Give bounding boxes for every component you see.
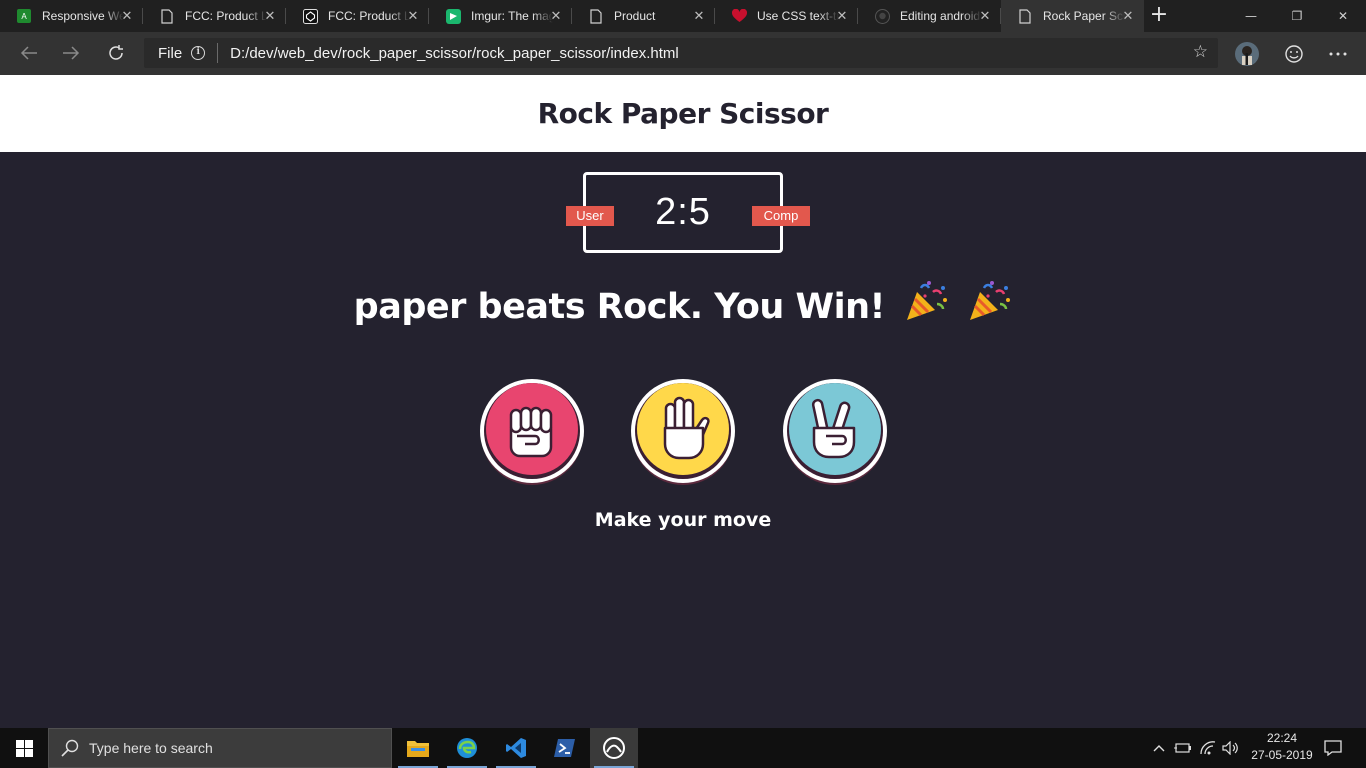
party-popper-icon: [903, 278, 949, 333]
tab-title: Rock Paper Scissor: [1043, 9, 1125, 23]
tab-rock-paper-scissor[interactable]: Rock Paper Scissor ✕: [1001, 0, 1144, 32]
file-explorer-icon[interactable]: [394, 728, 442, 768]
close-window-icon[interactable]: ✕: [1320, 0, 1366, 32]
powershell-icon[interactable]: [541, 728, 589, 768]
battery-icon[interactable]: [1172, 728, 1194, 768]
address-toolbar: File i D:/dev/web_dev/rock_paper_scissor…: [0, 32, 1366, 75]
tab-close-icon[interactable]: ✕: [977, 8, 993, 24]
a11y-green-icon: A: [16, 8, 32, 24]
tab-close-icon[interactable]: ✕: [691, 8, 707, 24]
score-value: 2:5: [655, 191, 711, 233]
party-popper-icon: [966, 278, 1012, 333]
page-icon: [1017, 8, 1033, 24]
more-menu-icon[interactable]: [1323, 39, 1353, 69]
tab-title: Product: [614, 9, 656, 23]
page-icon: [159, 8, 175, 24]
scoreboard: User 2:5 Comp: [566, 172, 810, 253]
heart-icon: [731, 8, 747, 24]
tab-title: Imgur: The magic: [471, 9, 553, 23]
tab-title: Responsive Web: [42, 9, 124, 23]
comp-badge: Comp: [752, 206, 810, 226]
new-tab-button[interactable]: +: [1144, 0, 1174, 32]
scissor-hand-icon: [783, 379, 887, 485]
tab-fcc-product-2[interactable]: FCC: Product Landing ✕: [286, 0, 429, 32]
tab-close-icon[interactable]: ✕: [405, 8, 421, 24]
taskbar-search-input[interactable]: Type here to search: [48, 728, 392, 768]
tab-strip: A Responsive Web ✕ FCC: Product Landing …: [0, 0, 1366, 32]
taskbar-clock[interactable]: 22:24 27-05-2019: [1250, 730, 1314, 764]
result-text: paper beats Rock. You Win!: [353, 287, 886, 327]
rock-button[interactable]: [477, 376, 587, 489]
tab-close-icon[interactable]: ✕: [262, 8, 278, 24]
url-text[interactable]: D:/dev/web_dev/rock_paper_scissor/rock_p…: [230, 45, 679, 62]
tab-editing-android[interactable]: Editing android ✕: [858, 0, 1001, 32]
page-icon: [588, 8, 604, 24]
back-arrow-icon[interactable]: [14, 38, 44, 68]
address-bar[interactable]: File i D:/dev/web_dev/rock_paper_scissor…: [144, 38, 1218, 68]
edge-browser-icon[interactable]: [443, 728, 491, 768]
clock-date: 27-05-2019: [1251, 748, 1313, 762]
rock-fist-icon: [480, 379, 584, 485]
restore-icon[interactable]: ❐: [1274, 0, 1320, 32]
imgur-icon: [445, 8, 461, 24]
tab-title: FCC: Product Landing: [328, 9, 410, 23]
svg-text:A: A: [21, 12, 27, 21]
tab-responsive-web[interactable]: A Responsive Web ✕: [0, 0, 143, 32]
windows-start-icon[interactable]: [0, 728, 48, 768]
make-move-prompt: Make your move: [594, 509, 772, 531]
refresh-icon[interactable]: [101, 38, 131, 68]
clock-time: 22:24: [1266, 731, 1298, 745]
page-header: Rock Paper Scissor: [0, 75, 1366, 152]
search-placeholder: Type here to search: [89, 740, 213, 756]
minimize-icon[interactable]: —: [1228, 0, 1274, 32]
profile-avatar[interactable]: [1232, 39, 1262, 69]
tab-fcc-product-1[interactable]: FCC: Product Landing ✕: [143, 0, 286, 32]
taskbar: Type here to search 22:24 27-05-2019: [0, 728, 1366, 768]
tab-imgur[interactable]: Imgur: The magic ✕: [429, 0, 572, 32]
favorite-star-icon[interactable]: ☆: [1193, 42, 1208, 62]
tab-product[interactable]: Product ✕: [572, 0, 715, 32]
edge-legacy-app-icon[interactable]: [590, 728, 638, 768]
codepen-icon: [302, 8, 318, 24]
wifi-icon[interactable]: [1197, 728, 1219, 768]
tab-title: Editing android: [900, 9, 981, 23]
feedback-smiley-icon[interactable]: [1279, 39, 1309, 69]
volume-icon[interactable]: [1220, 728, 1242, 768]
url-scheme: File: [158, 44, 183, 62]
paper-button[interactable]: [628, 376, 738, 489]
tab-close-icon[interactable]: ✕: [119, 8, 135, 24]
tab-title: Use CSS text-transform: [757, 9, 839, 23]
tab-close-icon[interactable]: ✕: [548, 8, 564, 24]
scissor-button[interactable]: [780, 376, 890, 489]
tab-close-icon[interactable]: ✕: [834, 8, 850, 24]
info-icon[interactable]: i: [191, 46, 206, 60]
tab-close-icon[interactable]: ✕: [1120, 8, 1136, 24]
paper-hand-icon: [631, 379, 735, 485]
forward-arrow-icon[interactable]: [56, 38, 86, 68]
tab-title: FCC: Product Landing: [185, 9, 267, 23]
github-icon: [874, 8, 890, 24]
tab-css-text-transform[interactable]: Use CSS text-transform ✕: [715, 0, 858, 32]
notification-icon[interactable]: [1318, 728, 1348, 768]
search-icon: [61, 739, 79, 757]
tray-chevron-up-icon[interactable]: [1149, 728, 1169, 768]
result-message: paper beats Rock. You Win!: [0, 278, 1366, 333]
vscode-icon[interactable]: [492, 728, 540, 768]
page-title: Rock Paper Scissor: [537, 97, 829, 130]
user-badge: User: [566, 206, 614, 226]
